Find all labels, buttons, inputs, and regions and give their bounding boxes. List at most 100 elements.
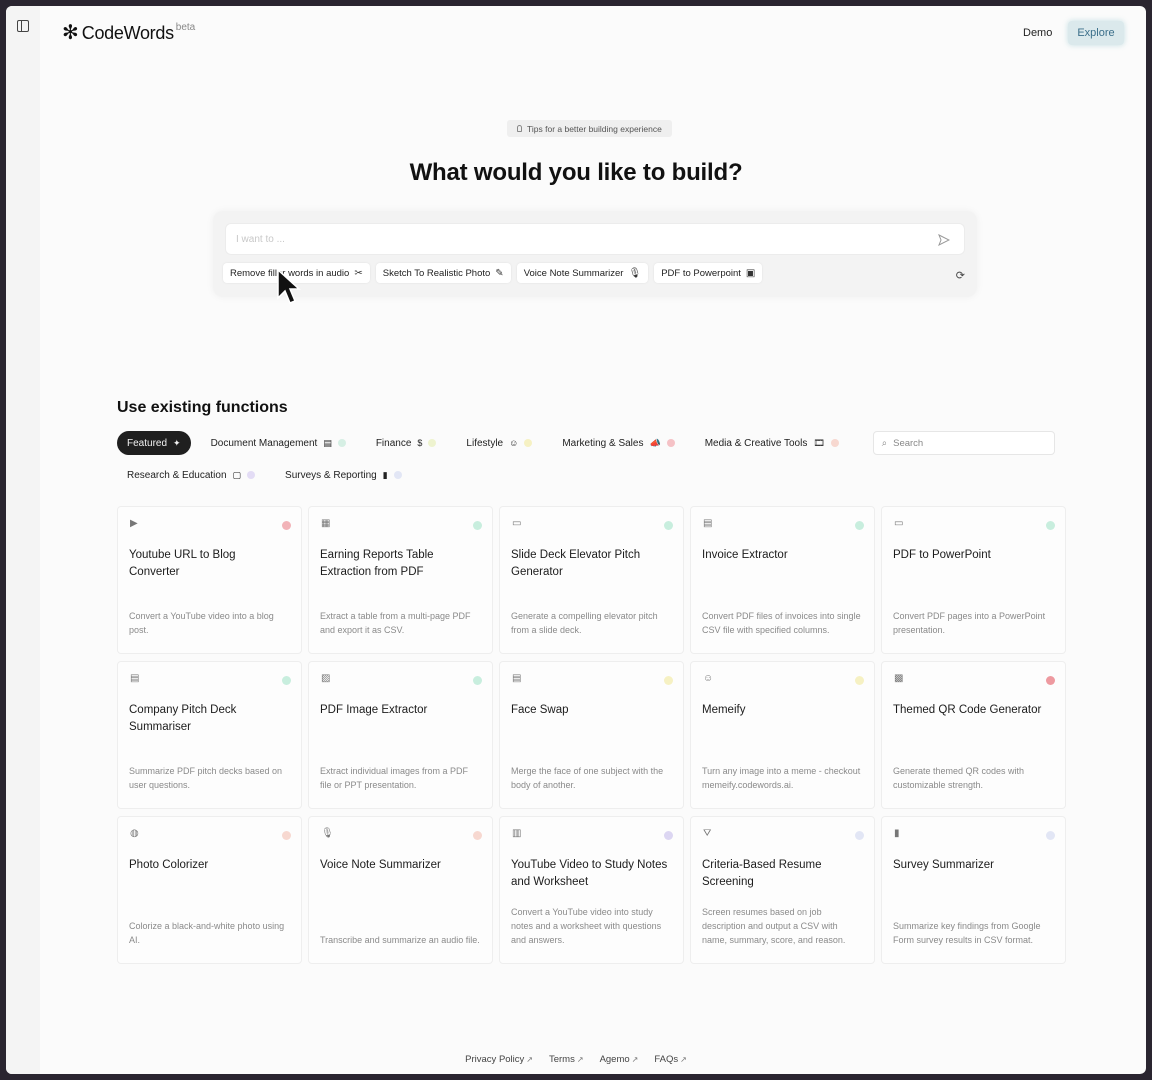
- suggestion-label: Voice Note Summarizer: [523, 267, 624, 279]
- suggestion-chips: Remove filler words in audio ✂ Sketch To R…: [223, 263, 763, 283]
- function-card[interactable]: ☺ Memeify Turn any image into a meme - che…: [690, 661, 875, 809]
- function-card[interactable]: ▮ Survey Summarizer Summarize key findings…: [881, 816, 1066, 964]
- card-title: Face Swap: [511, 704, 569, 716]
- footer-link[interactable]: Privacy Policy ↗: [465, 1054, 533, 1065]
- logo[interactable]: ✻ CodeWords beta: [62, 22, 196, 44]
- beta-badge: beta: [175, 22, 196, 33]
- filter-chip[interactable]: Document Management ▤: [200, 431, 356, 455]
- refresh-icon[interactable]: ⟳: [956, 269, 965, 282]
- page-title: What would you like to build?: [409, 159, 743, 186]
- external-link-icon: ↗: [680, 1055, 687, 1064]
- category-color-dot: [247, 471, 256, 479]
- category-filters: Featured ✦ Document Management ▤ Finance $ Lif…: [117, 431, 1077, 495]
- document-icon: ▤: [703, 518, 713, 529]
- search-input[interactable]: ⌕ Search: [872, 431, 1055, 455]
- card-description: Convert a YouTube video into a blog post…: [129, 611, 274, 635]
- mouse-cursor-icon: [277, 268, 301, 304]
- microphone-icon: 🎙: [321, 828, 334, 839]
- function-card[interactable]: ⛛ Criteria-Based Resume Screening Screen r…: [690, 816, 875, 964]
- card-title: Invoice Extractor: [702, 549, 788, 561]
- function-card[interactable]: ▦ Earning Reports Table Extraction from P…: [308, 506, 493, 654]
- category-color-dot: [1046, 521, 1055, 530]
- category-color-dot: [830, 439, 839, 447]
- category-color-dot: [524, 439, 533, 447]
- scissors-icon: ✂: [354, 267, 363, 279]
- sidebar-toggle-icon[interactable]: [17, 20, 29, 32]
- filter-row: Featured ✦ Document Management ▤ Finance $ Lif…: [117, 431, 1077, 455]
- logo-text: CodeWords: [81, 23, 174, 43]
- external-link-icon: ↗: [526, 1055, 533, 1064]
- filter-label: Finance: [375, 437, 412, 449]
- function-card[interactable]: ▥ YouTube Video to Study Notes and Worksh…: [499, 816, 684, 964]
- footer-link-label: Agemo: [599, 1054, 630, 1065]
- function-card[interactable]: ▩ Themed QR Code Generator Generate themed…: [881, 661, 1066, 809]
- filter-chip[interactable]: Lifestyle ☺: [456, 431, 543, 455]
- function-card[interactable]: ▭ Slide Deck Elevator Pitch Generator Gene…: [499, 506, 684, 654]
- filter-chip[interactable]: Marketing & Sales 📣: [552, 431, 685, 455]
- category-color-dot: [1046, 831, 1055, 840]
- explore-button[interactable]: Explore: [1068, 21, 1124, 45]
- filter-label: Lifestyle: [466, 437, 504, 449]
- filter-icon: $: [417, 438, 423, 448]
- suggestion-chip[interactable]: PDF to Powerpoint ▣: [654, 263, 763, 283]
- function-card[interactable]: ▤ Invoice Extractor Convert PDF files of i…: [690, 506, 875, 654]
- card-title: Youtube URL to Blog Converter: [129, 549, 236, 578]
- footer-link-label: Privacy Policy: [465, 1054, 525, 1065]
- category-color-dot: [282, 676, 291, 685]
- book-icon: ▥: [512, 828, 522, 839]
- card-description: Summarize key findings from Google Form …: [893, 921, 1041, 945]
- filter-chip[interactable]: Finance $: [365, 431, 447, 455]
- screen-icon: ▭: [894, 518, 904, 529]
- card-title: Company Pitch Deck Summariser: [129, 704, 237, 733]
- card-title: Voice Note Summarizer: [320, 859, 441, 871]
- function-card[interactable]: ▤ Company Pitch Deck Summariser Summarize …: [117, 661, 302, 809]
- palette-icon: ◍: [130, 828, 139, 839]
- function-card[interactable]: ▤ Face Swap Merge the face of one subject …: [499, 661, 684, 809]
- footer-link[interactable]: Terms ↗: [549, 1054, 584, 1065]
- filter-label: Media & Creative Tools: [704, 437, 808, 449]
- suggestion-chip[interactable]: Voice Note Summarizer 🎙: [516, 263, 649, 283]
- send-icon[interactable]: [938, 234, 950, 246]
- footer-link[interactable]: Agemo ↗: [600, 1054, 639, 1065]
- filter-icon: ☺: [509, 438, 519, 448]
- footer-link[interactable]: FAQs ↗: [654, 1054, 686, 1065]
- filter-icon: ▢: [232, 469, 242, 480]
- filter-chip[interactable]: Media & Creative Tools 🎞: [694, 431, 849, 455]
- prompt-input[interactable]: I want to ...: [225, 223, 965, 255]
- function-card[interactable]: ▨ PDF Image Extractor Extract individual i…: [308, 661, 493, 809]
- card-description: Extract individual images from a PDF fil…: [320, 766, 469, 790]
- card-title: Criteria-Based Resume Screening: [702, 859, 822, 888]
- filter-icon: ⛛: [703, 828, 712, 839]
- category-color-dot: [664, 676, 673, 685]
- category-color-dot: [855, 676, 864, 685]
- function-card[interactable]: ▶ Youtube URL to Blog Converter Convert a …: [117, 506, 302, 654]
- pencil-icon: ✎: [495, 267, 504, 279]
- document-icon: ▤: [512, 673, 522, 684]
- filter-icon: 📣: [649, 437, 661, 448]
- external-link-icon: ↗: [576, 1055, 584, 1064]
- filter-chip[interactable]: Research & Education ▢: [117, 463, 266, 487]
- filter-label: Document Management: [210, 437, 318, 449]
- function-grid: ▶ Youtube URL to Blog Converter Convert a …: [117, 506, 1069, 964]
- card-description: Extract a table from a multi-page PDF an…: [320, 611, 471, 635]
- card-description: Generate a compelling elevator pitch fro…: [511, 611, 658, 635]
- demo-link[interactable]: Demo: [1023, 27, 1052, 39]
- category-color-dot: [473, 521, 482, 530]
- lightbulb-icon: [517, 125, 522, 132]
- function-card[interactable]: ◍ Photo Colorizer Colorize a black-and-whi…: [117, 816, 302, 964]
- tips-label: Tips for a better building experience: [527, 123, 662, 134]
- filter-chip[interactable]: Surveys & Reporting ▮: [275, 463, 412, 487]
- filter-chip[interactable]: Featured ✦: [117, 431, 191, 455]
- card-description: Summarize PDF pitch decks based on user …: [129, 766, 283, 790]
- footer-links: Privacy Policy ↗ Terms ↗ Agemo ↗ FAQs ↗: [6, 1054, 1146, 1065]
- prompt-panel: I want to ... Remove filler words in aud…: [213, 211, 977, 297]
- function-card[interactable]: 🎙 Voice Note Summarizer Transcribe and sum…: [308, 816, 493, 964]
- tips-banner[interactable]: Tips for a better building experience: [507, 120, 672, 137]
- filter-icon: ▤: [323, 437, 332, 448]
- category-color-dot: [473, 676, 482, 685]
- filter-icon: 🎞: [813, 437, 825, 448]
- function-card[interactable]: ▭ PDF to PowerPoint Convert PDF pages into…: [881, 506, 1066, 654]
- card-title: Memeify: [702, 704, 746, 716]
- card-title: Survey Summarizer: [893, 859, 994, 871]
- suggestion-chip[interactable]: Sketch To Realistic Photo ✎: [375, 263, 511, 283]
